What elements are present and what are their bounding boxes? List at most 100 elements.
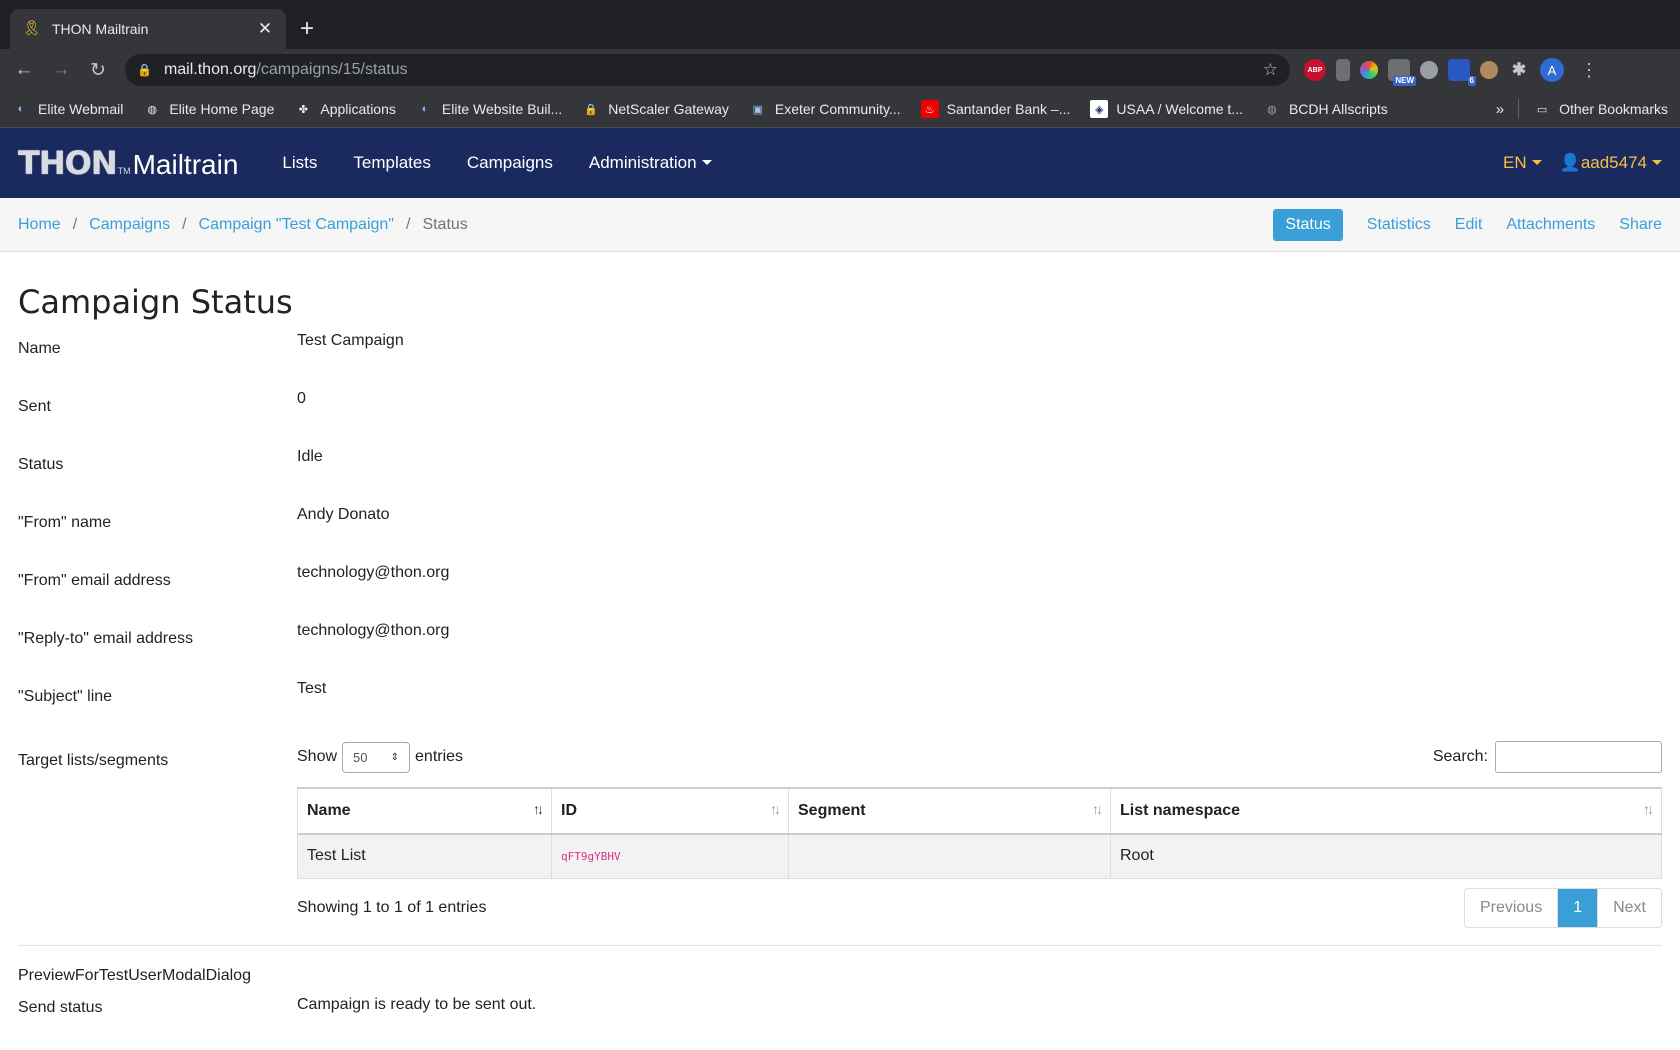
column-header-id[interactable]: ID ↑↓ xyxy=(551,787,789,835)
tab-status[interactable]: Status xyxy=(1273,208,1343,241)
extensions-area: ABP NEW 6 ✱ A ⋮ xyxy=(1304,58,1598,86)
sort-icon: ↑↓ xyxy=(1643,801,1654,817)
globe-extension-icon[interactable] xyxy=(1420,61,1438,79)
pagination-previous[interactable]: Previous xyxy=(1465,888,1559,927)
column-header-name[interactable]: Name ↑↓ xyxy=(297,787,552,835)
tab-share[interactable]: Share xyxy=(1619,216,1662,234)
browser-toolbar: ← → ↻ 🔒 mail.thon.org/campaigns/15/statu… xyxy=(0,49,1680,91)
bookmarks-divider xyxy=(1518,99,1520,119)
breadcrumb-campaign[interactable]: Campaign "Test Campaign" xyxy=(199,216,394,234)
breadcrumb: Home / Campaigns / Campaign "Test Campai… xyxy=(18,216,468,234)
breadcrumb-current: Status xyxy=(422,215,468,233)
bookmark-applications[interactable]: ✤ Applications xyxy=(294,100,396,118)
puzzle-icon[interactable]: ✱ xyxy=(1508,59,1530,81)
forward-icon[interactable]: → xyxy=(47,56,75,84)
office-icon[interactable] xyxy=(1336,59,1350,81)
pagination-next[interactable]: Next xyxy=(1598,889,1661,927)
new-extension-icon[interactable]: NEW xyxy=(1388,59,1416,86)
cookie-icon[interactable] xyxy=(1480,61,1498,79)
main-content: Campaign Status Name Test Campaign Sent … xyxy=(0,283,1680,1024)
bookmark-elite-webmail[interactable]: ◐ Elite Webmail xyxy=(12,100,124,118)
field-label: Sent xyxy=(18,398,51,415)
address-bar[interactable]: 🔒 mail.thon.org/campaigns/15/status ☆ xyxy=(125,54,1290,86)
other-bookmarks[interactable]: ▭ Other Bookmarks xyxy=(1533,100,1668,118)
cell-name: Test List xyxy=(297,833,552,879)
sort-icon: ↑↓ xyxy=(770,801,781,817)
swirl-icon: ◐ xyxy=(17,103,25,115)
browser-menu-icon[interactable]: ⋮ xyxy=(1580,60,1598,81)
brand-logo[interactable]: THON TM Mailtrain xyxy=(18,144,238,182)
field-row: Name Test Campaign xyxy=(18,327,1662,385)
preview-dialog-label: PreviewForTestUserModalDialog xyxy=(18,966,251,984)
back-icon[interactable]: ← xyxy=(10,56,38,84)
send-status-value: Campaign is ready to be sent out. xyxy=(297,995,537,1013)
user-dropdown[interactable]: 👤aad5474 xyxy=(1560,153,1662,173)
caret-down-icon xyxy=(1531,160,1542,165)
breadcrumb-separator: / xyxy=(405,215,411,233)
bookmark-exeter[interactable]: ▣ Exeter Community... xyxy=(749,100,901,118)
caret-down-icon xyxy=(1652,160,1662,165)
page-size-select[interactable]: 50 ⇕ xyxy=(342,741,411,773)
url-host: mail.thon.org xyxy=(163,61,257,78)
table-search: Search: xyxy=(1433,741,1662,773)
bookmark-star-icon[interactable]: ☆ xyxy=(1263,60,1278,80)
lock-icon: 🔒 xyxy=(584,103,599,116)
color-picker-icon[interactable] xyxy=(1360,61,1378,79)
field-label: "Reply-to" email address xyxy=(18,630,193,647)
table-info: Showing 1 to 1 of 1 entries xyxy=(297,898,487,916)
cell-id: qFT9gYBHV xyxy=(551,833,789,879)
send-labels: PreviewForTestUserModalDialog Send statu… xyxy=(18,960,297,1024)
field-row: "Subject" line Test xyxy=(18,675,1662,733)
nav-templates[interactable]: Templates xyxy=(353,153,430,173)
flame-icon: ♨ xyxy=(920,100,939,118)
more-bookmarks-icon[interactable]: » xyxy=(1496,101,1504,118)
field-label: Target lists/segments xyxy=(18,752,169,769)
ribbon-icon: 🎗 xyxy=(22,20,42,37)
column-header-segment[interactable]: Segment ↑↓ xyxy=(788,787,1111,835)
field-label: "Subject" line xyxy=(18,688,113,705)
secondary-nav: Status Statistics Edit Attachments Share xyxy=(1273,208,1662,241)
nav-lists[interactable]: Lists xyxy=(282,153,317,173)
pagination-page-1[interactable]: 1 xyxy=(1558,888,1599,927)
tab-statistics[interactable]: Statistics xyxy=(1367,216,1431,234)
field-label: "From" email address xyxy=(18,572,171,589)
bookmark-bcdh[interactable]: ◍ BCDH Allscripts xyxy=(1263,100,1388,118)
field-row: Status Idle xyxy=(18,443,1662,501)
breadcrumb-separator: / xyxy=(182,215,187,233)
shield-extension-icon[interactable]: 6 xyxy=(1448,59,1476,86)
field-value: Idle xyxy=(297,448,323,465)
new-tab-icon[interactable]: + xyxy=(300,15,314,43)
field-value: Test Campaign xyxy=(297,332,404,349)
reload-icon[interactable]: ↻ xyxy=(84,56,112,84)
field-row: Sent 0 xyxy=(18,385,1662,443)
targets-table-wrapper: Show 50 ⇕ entries Search: Name↑↓ ID↑↓ xyxy=(297,733,1662,928)
bookmark-elite-home[interactable]: ◍ Elite Home Page xyxy=(143,100,275,118)
search-input[interactable] xyxy=(1495,741,1662,773)
nav-administration[interactable]: Administration xyxy=(589,153,712,173)
breadcrumb-campaigns[interactable]: Campaigns xyxy=(89,216,170,234)
select-arrows-icon: ⇕ xyxy=(390,751,400,763)
field-label: "From" name xyxy=(18,514,112,531)
tab-attachments[interactable]: Attachments xyxy=(1506,216,1595,234)
bookmark-elite-website-builder[interactable]: ◐ Elite Website Buil... xyxy=(416,100,563,118)
profile-avatar[interactable]: A xyxy=(1540,58,1564,82)
browser-tab[interactable]: 🎗 THON Mailtrain ✕ xyxy=(10,9,286,49)
breadcrumb-home[interactable]: Home xyxy=(18,216,61,234)
pagination: Previous 1 Next xyxy=(1463,887,1662,928)
bookmark-usaa[interactable]: ◈ USAA / Welcome t... xyxy=(1090,100,1243,118)
close-tab-icon[interactable]: ✕ xyxy=(256,19,274,39)
cell-segment xyxy=(788,833,1111,879)
language-dropdown[interactable]: EN xyxy=(1503,153,1542,173)
field-value: Andy Donato xyxy=(297,506,390,523)
column-header-namespace[interactable]: List namespace ↑↓ xyxy=(1110,787,1662,835)
table-controls: Show 50 ⇕ entries Search: xyxy=(297,741,1662,773)
bookmark-netscaler[interactable]: 🔒 NetScaler Gateway xyxy=(582,100,728,118)
adblock-icon[interactable]: ABP xyxy=(1304,59,1326,81)
field-row: "Reply-to" email address technology@thon… xyxy=(18,617,1662,675)
bookmark-santander[interactable]: ♨ Santander Bank –... xyxy=(920,100,1070,118)
caret-down-icon xyxy=(701,160,712,165)
tab-edit[interactable]: Edit xyxy=(1455,216,1483,234)
nav-campaigns[interactable]: Campaigns xyxy=(467,153,553,173)
field-value: 0 xyxy=(297,390,306,407)
browser-tab-strip: 🎗 THON Mailtrain ✕ + xyxy=(0,0,1680,49)
